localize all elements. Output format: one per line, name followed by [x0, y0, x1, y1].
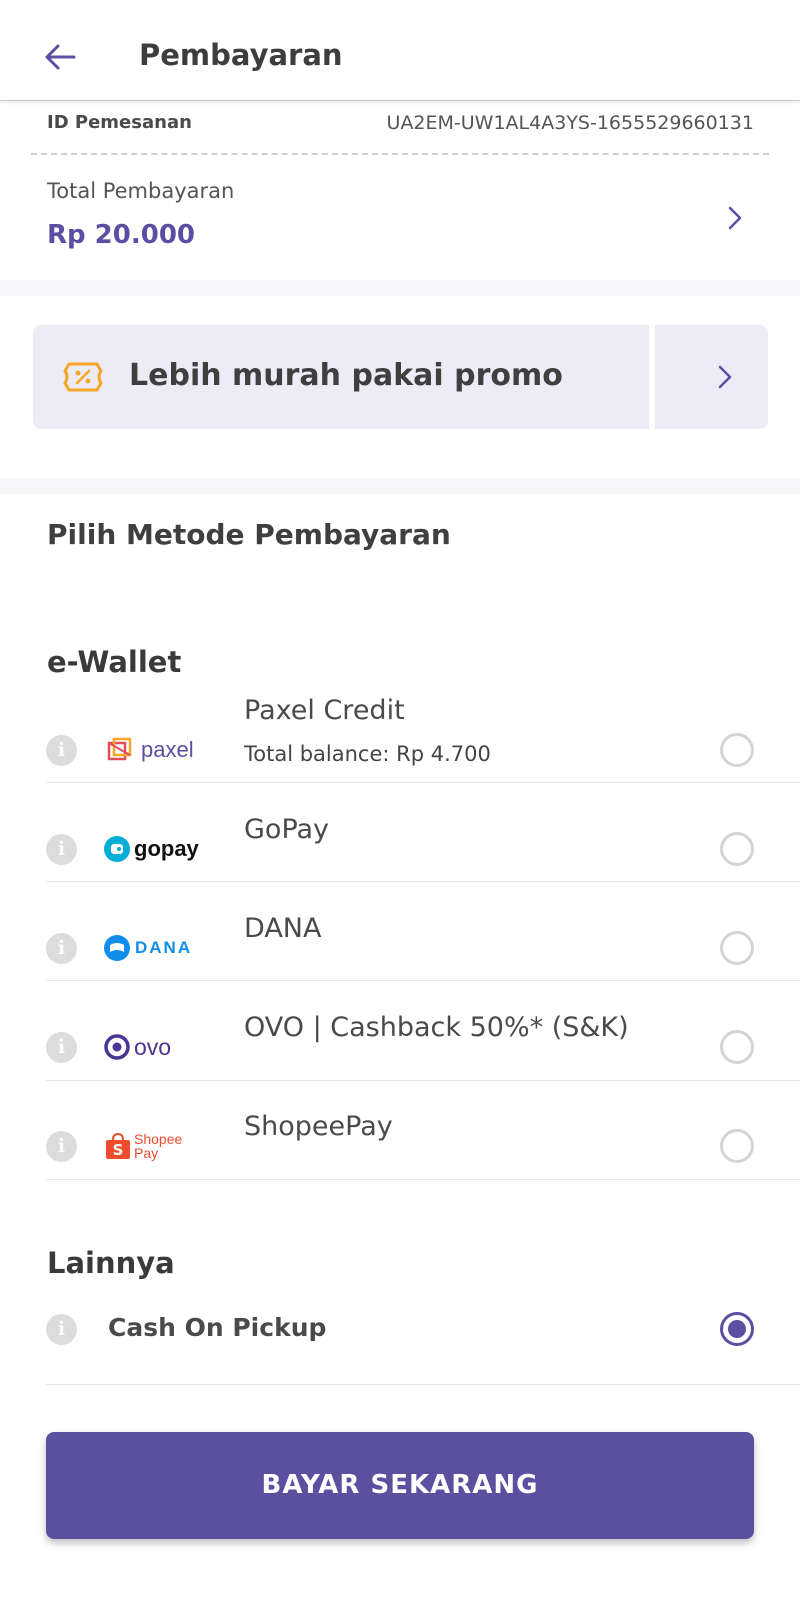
- gopay-logo: gopay: [104, 831, 199, 867]
- discount-ticket-icon: [63, 362, 103, 392]
- radio-button[interactable]: [720, 832, 754, 866]
- back-button[interactable]: [40, 38, 80, 78]
- payment-option-shopeepay[interactable]: i S Shopee Pay ShopeePay: [46, 1081, 800, 1180]
- pay-now-button[interactable]: BAYAR SEKARANG: [46, 1432, 754, 1539]
- other-group-title: Lainnya: [47, 1246, 175, 1280]
- dashed-divider: [31, 153, 769, 155]
- radio-button-selected[interactable]: [720, 1312, 754, 1346]
- order-id-label: ID Pemesanan: [47, 112, 192, 133]
- app-header: Pembayaran: [0, 0, 800, 101]
- shopeepay-logo-line-1: Shopee: [134, 1131, 183, 1147]
- total-detail-button[interactable]: [722, 203, 748, 233]
- info-icon[interactable]: i: [46, 735, 77, 766]
- radio-button[interactable]: [720, 931, 754, 965]
- radio-button[interactable]: [720, 1129, 754, 1163]
- total-payment-label: Total Pembayaran: [47, 179, 235, 203]
- gopay-wallet-icon: [104, 836, 130, 862]
- dana-logo: DANA: [104, 930, 192, 966]
- payment-option-gopay[interactable]: i gopay GoPay: [46, 783, 800, 882]
- payment-method-title: Pilih Metode Pembayaran: [47, 518, 451, 551]
- promo-divider: [649, 325, 655, 429]
- radio-button[interactable]: [720, 733, 754, 767]
- payment-option-dana[interactable]: i DANA DANA: [46, 882, 800, 981]
- ewallet-group-title: e-Wallet: [47, 645, 182, 679]
- svg-text:S: S: [113, 1141, 124, 1159]
- shopeepay-logo-text: Shopee Pay: [134, 1132, 182, 1160]
- arrow-left-icon: [45, 44, 76, 70]
- paxel-logo: paxel: [104, 732, 194, 768]
- section-separator: [0, 280, 800, 296]
- method-balance: Total balance: Rp 4.700: [244, 742, 491, 766]
- paxel-box-icon: [107, 737, 132, 761]
- total-payment-value: Rp 20.000: [47, 220, 196, 250]
- info-icon[interactable]: i: [46, 1032, 77, 1063]
- dana-wallet-icon: [104, 935, 130, 961]
- page-title: Pembayaran: [139, 38, 343, 72]
- info-icon[interactable]: i: [46, 1314, 77, 1345]
- info-icon[interactable]: i: [46, 1131, 77, 1162]
- paxel-logo-text: paxel: [141, 737, 194, 762]
- payment-option-ovo[interactable]: i ovo OVO | Cashback 50%* (S&K): [46, 981, 800, 1081]
- ovo-logo-icon: [104, 1034, 130, 1060]
- radio-button[interactable]: [720, 1030, 754, 1064]
- method-name: Paxel Credit: [244, 695, 405, 726]
- shopeepay-logo: S Shopee Pay: [104, 1128, 182, 1164]
- section-separator: [0, 478, 800, 494]
- method-name: DANA: [244, 913, 322, 944]
- payment-option-cash-on-pickup[interactable]: i Cash On Pickup: [46, 1296, 800, 1385]
- chevron-right-icon: [728, 206, 742, 230]
- payment-option-paxel[interactable]: i paxel Paxel Credit Total balance: Rp 4…: [46, 685, 800, 783]
- method-name: Cash On Pickup: [108, 1313, 327, 1342]
- dana-logo-text: DANA: [135, 938, 193, 957]
- promo-banner[interactable]: Lebih murah pakai promo: [33, 325, 768, 429]
- info-icon[interactable]: i: [46, 933, 77, 964]
- chevron-right-icon: [718, 365, 732, 389]
- method-name: OVO | Cashback 50%* (S&K): [244, 1012, 629, 1043]
- gopay-logo-text: gopay: [134, 836, 199, 861]
- promo-text: Lebih murah pakai promo: [129, 358, 563, 393]
- shopeepay-logo-line-2: Pay: [134, 1145, 159, 1161]
- shopee-bag-icon: S: [106, 1132, 130, 1159]
- method-name: ShopeePay: [244, 1111, 393, 1142]
- method-name: GoPay: [244, 814, 330, 845]
- info-icon[interactable]: i: [46, 834, 77, 865]
- ovo-logo: ovo: [104, 1029, 171, 1065]
- ovo-logo-text: ovo: [134, 1033, 172, 1060]
- order-id-value: UA2EM-UW1AL4A3YS-1655529660131: [386, 112, 754, 134]
